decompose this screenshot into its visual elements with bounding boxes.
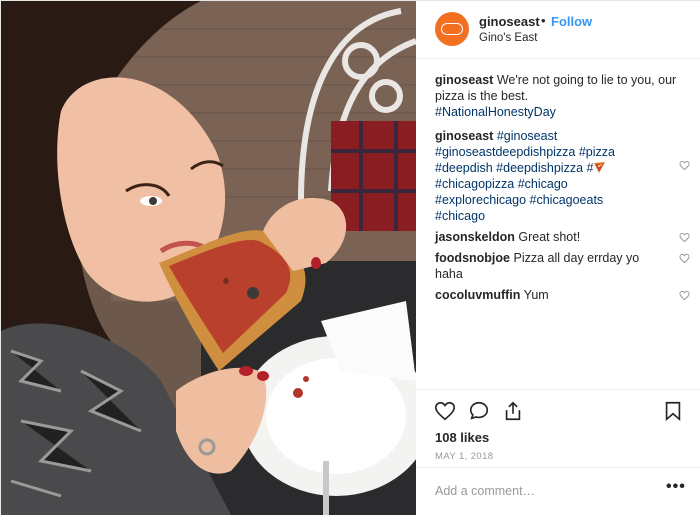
- like-comment-heart-icon[interactable]: [679, 290, 690, 301]
- comment-hashtags[interactable]: #deepdish #deepdishpizza #: [435, 161, 593, 175]
- pizza-icon: [594, 162, 606, 173]
- post-photo[interactable]: [1, 1, 416, 515]
- caption: ginoseast We're not going to lie to you,…: [435, 72, 685, 120]
- comment-item: cocoluvmuffin Yum: [435, 287, 690, 303]
- like-comment-heart-icon[interactable]: [679, 232, 690, 243]
- comment-hashtags[interactable]: #ginoseast: [497, 129, 557, 143]
- comment-username[interactable]: ginoseast: [435, 129, 493, 143]
- like-comment-heart-icon[interactable]: [679, 160, 690, 171]
- comment-icon[interactable]: [468, 400, 490, 422]
- avatar[interactable]: [435, 12, 469, 46]
- follow-button[interactable]: Follow: [551, 14, 592, 29]
- header-separator: •: [541, 13, 546, 28]
- heart-icon[interactable]: [434, 400, 456, 422]
- caption-username[interactable]: ginoseast: [435, 73, 493, 87]
- comment-item: foodsnobjoe Pizza all day errday yo haha: [435, 250, 690, 282]
- brand-logo-icon: [441, 23, 463, 35]
- post-date: MAY 1, 2018: [435, 451, 494, 462]
- likes-count[interactable]: 108 likes: [435, 430, 489, 445]
- more-options-button[interactable]: •••: [666, 478, 686, 496]
- bookmark-icon[interactable]: [662, 400, 684, 422]
- comment-username[interactable]: cocoluvmuffin: [435, 288, 520, 302]
- comment-hashtags[interactable]: #chicago: [435, 209, 485, 223]
- add-comment-input[interactable]: [435, 482, 655, 500]
- comment-username[interactable]: foodsnobjoe: [435, 251, 510, 265]
- post-header: ginoseast • Follow Gino's East: [416, 1, 700, 59]
- comment-item: ginoseast #ginoseast #ginoseastdeepdishp…: [435, 128, 690, 224]
- location-link[interactable]: Gino's East: [479, 32, 537, 44]
- add-comment-bar: •••: [416, 467, 700, 515]
- comment-hashtags[interactable]: #chicagopizza #chicago: [435, 177, 568, 191]
- comment-item: jasonskeldon Great shot!: [435, 229, 690, 245]
- post-sidebar: ginoseast • Follow Gino's East ginoseast…: [416, 1, 700, 515]
- post-actions: 108 likes MAY 1, 2018: [416, 389, 700, 463]
- pizza-photo-illustration: [1, 1, 416, 515]
- comment-hashtags[interactable]: #explorechicago #chicagoeats: [435, 193, 603, 207]
- like-comment-heart-icon[interactable]: [679, 253, 690, 264]
- comment-username[interactable]: jasonskeldon: [435, 230, 515, 244]
- instagram-post: ginoseast • Follow Gino's East ginoseast…: [0, 0, 700, 515]
- comment-hashtags[interactable]: #ginoseastdeepdishpizza #pizza: [435, 145, 615, 159]
- share-icon[interactable]: [502, 400, 524, 422]
- comments-list: ginoseast We're not going to lie to you,…: [435, 72, 690, 308]
- comment-text: Yum: [523, 288, 549, 302]
- caption-hashtag[interactable]: #NationalHonestyDay: [435, 105, 556, 119]
- header-username[interactable]: ginoseast: [479, 14, 540, 29]
- comment-text: Great shot!: [518, 230, 581, 244]
